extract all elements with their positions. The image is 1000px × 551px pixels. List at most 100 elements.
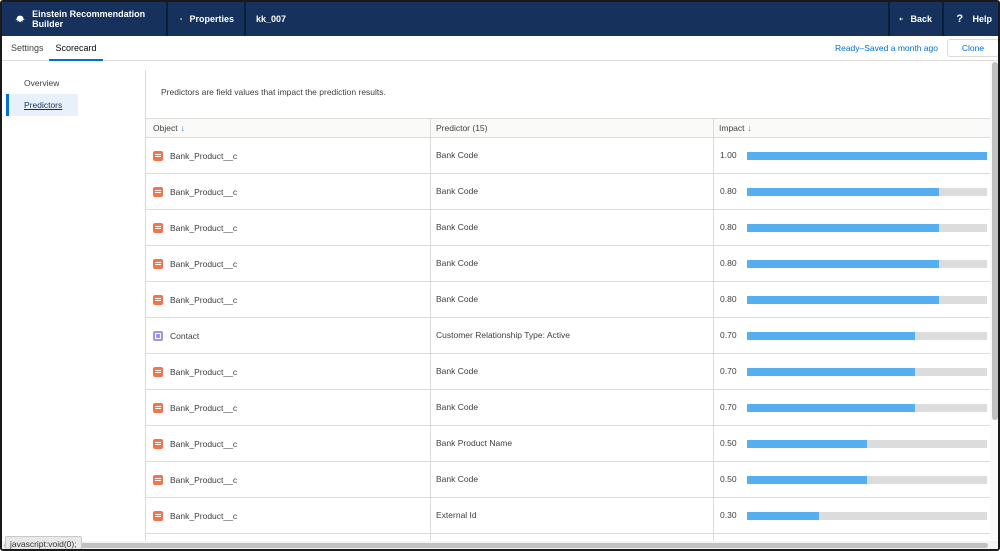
predictor-cell: Bank Product Name (436, 438, 513, 448)
impact-bar-fill (747, 404, 915, 412)
impact-bar-track (747, 512, 987, 520)
table-row: Bank_Product__c Bank Code 1.00 (146, 138, 990, 174)
table-row: Bank_Product__c Bank Code 0.50 (146, 462, 990, 498)
nav-item-predictors[interactable]: Predictors (6, 94, 78, 116)
app-title: Einstein Recommendation Builder (32, 9, 146, 29)
impact-bar-track (747, 476, 987, 484)
column-header-predictor[interactable]: Predictor (15) (436, 119, 488, 138)
object-cell: Bank_Product__c (153, 246, 237, 281)
predictor-cell: Bank Code (436, 186, 479, 196)
object-cell: Bank_Product__c (153, 138, 237, 173)
object-name: Bank_Product__c (170, 186, 238, 197)
object-name: Bank_Product__c (170, 222, 238, 233)
subnav-bar: Settings Scorecard Ready–Saved a month a… (2, 36, 998, 61)
bank-product-icon (153, 186, 163, 197)
object-name: Bank_Product__c (170, 258, 238, 269)
app-window: Einstein Recommendation Builder Properti… (0, 0, 1000, 551)
impact-value: 0.30 (720, 510, 737, 520)
bank-product-icon (153, 438, 163, 449)
object-cell: Bank_Product__c (153, 354, 237, 389)
back-button[interactable]: Back (888, 2, 944, 36)
nav-item-overview[interactable]: Overview (6, 72, 78, 94)
impact-bar-track (747, 152, 987, 160)
impact-bar-fill (747, 368, 915, 376)
impact-value: 0.50 (720, 474, 737, 484)
object-name: Bank_Product__c (170, 438, 238, 449)
table-row: Bank_Product__c Bank Code 0.80 (146, 210, 990, 246)
bank-product-icon (153, 258, 163, 269)
table-row: Bank_Product__c Bank Code 0.80 (146, 246, 990, 282)
impact-bar-track (747, 368, 987, 376)
table-header: Object ↓ Predictor (15) Impact ↓ (146, 118, 990, 138)
predictors-panel: Predictors are field values that impact … (145, 70, 990, 542)
predictor-cell: External Id (436, 510, 477, 520)
object-name: Bank_Product__c (170, 402, 238, 413)
table-row: Bank_Product__c Bank Code 0.70 (146, 354, 990, 390)
predictor-table-body: Bank_Product__c Bank Code 1.00 Bank_Product… (146, 138, 990, 534)
column-header-impact[interactable]: Impact ↓ (719, 119, 752, 138)
predictor-cell: Bank Code (436, 402, 479, 412)
bank-product-icon (153, 510, 163, 521)
object-cell: Contact (153, 318, 199, 353)
column-header-object[interactable]: Object ↓ (153, 119, 185, 138)
app-title-segment[interactable]: Einstein Recommendation Builder (2, 2, 168, 36)
object-name: Contact (170, 330, 200, 341)
impact-bar-track (747, 404, 987, 412)
predictor-cell: Customer Relationship Type: Active (436, 330, 571, 340)
impact-bar-track (747, 188, 987, 196)
bank-product-icon (153, 150, 163, 161)
table-row: Bank_Product__c Bank Code 0.70 (146, 390, 990, 426)
impact-header-label: Impact (719, 123, 745, 133)
impact-value: 0.50 (720, 438, 737, 448)
clone-button[interactable]: Clone (947, 39, 998, 57)
intro-text: Predictors are field values that impact … (161, 87, 386, 97)
horizontal-scrollbar[interactable] (2, 541, 998, 549)
properties-label: Properties (189, 14, 234, 24)
vertical-scroll-thumb[interactable] (992, 62, 998, 420)
object-name: Bank_Product__c (170, 510, 238, 521)
object-cell: Bank_Product__c (153, 210, 237, 245)
object-cell: Bank_Product__c (153, 174, 237, 209)
table-row: Bank_Product__c Bank Product Name 0.50 (146, 426, 990, 462)
properties-button[interactable]: Properties (168, 2, 246, 36)
record-name-segment: kk_007 (246, 2, 296, 36)
predictor-cell: Bank Code (436, 258, 479, 268)
impact-value: 0.80 (720, 258, 737, 268)
impact-value: 1.00 (720, 150, 737, 160)
left-nav: Overview Predictors (2, 62, 144, 542)
tab-scorecard[interactable]: Scorecard (49, 36, 103, 61)
tab-settings[interactable]: Settings (11, 36, 44, 61)
gear-icon (180, 17, 183, 21)
table-row: Bank_Product__c External Id 0.30 (146, 498, 990, 534)
back-label: Back (910, 14, 932, 24)
impact-value: 0.80 (720, 222, 737, 232)
contact-icon (153, 330, 163, 341)
table-row: Bank_Product__c Bank Code 0.80 (146, 174, 990, 210)
browser-status-bar: javascript:void(0); (5, 536, 82, 549)
question-icon: ? (956, 13, 964, 25)
impact-bar-track (747, 332, 987, 340)
impact-bar-track (747, 440, 987, 448)
impact-bar-fill (747, 476, 867, 484)
vertical-scrollbar[interactable] (990, 62, 998, 542)
save-status: Ready–Saved a month ago (834, 43, 938, 53)
impact-value: 0.70 (720, 366, 737, 376)
predictor-cell: Bank Code (436, 366, 479, 376)
impact-bar-track (747, 260, 987, 268)
header-spacer (296, 2, 888, 36)
object-cell: Bank_Product__c (153, 390, 237, 425)
sort-down-icon: ↓ (180, 123, 185, 133)
top-header-bar: Einstein Recommendation Builder Properti… (2, 2, 998, 36)
bank-product-icon (153, 294, 163, 305)
impact-value: 0.80 (720, 186, 737, 196)
table-row: Contact Customer Relationship Type: Activ… (146, 318, 990, 354)
object-name: Bank_Product__c (170, 294, 238, 305)
impact-bar-fill (747, 440, 867, 448)
horizontal-scroll-thumb[interactable] (4, 543, 988, 548)
sort-down-icon: ↓ (747, 123, 752, 133)
impact-bar-fill (747, 512, 819, 520)
impact-value: 0.70 (720, 402, 737, 412)
einstein-icon (15, 15, 25, 23)
impact-bar-fill (747, 188, 939, 196)
help-button[interactable]: ? Help (944, 2, 998, 36)
